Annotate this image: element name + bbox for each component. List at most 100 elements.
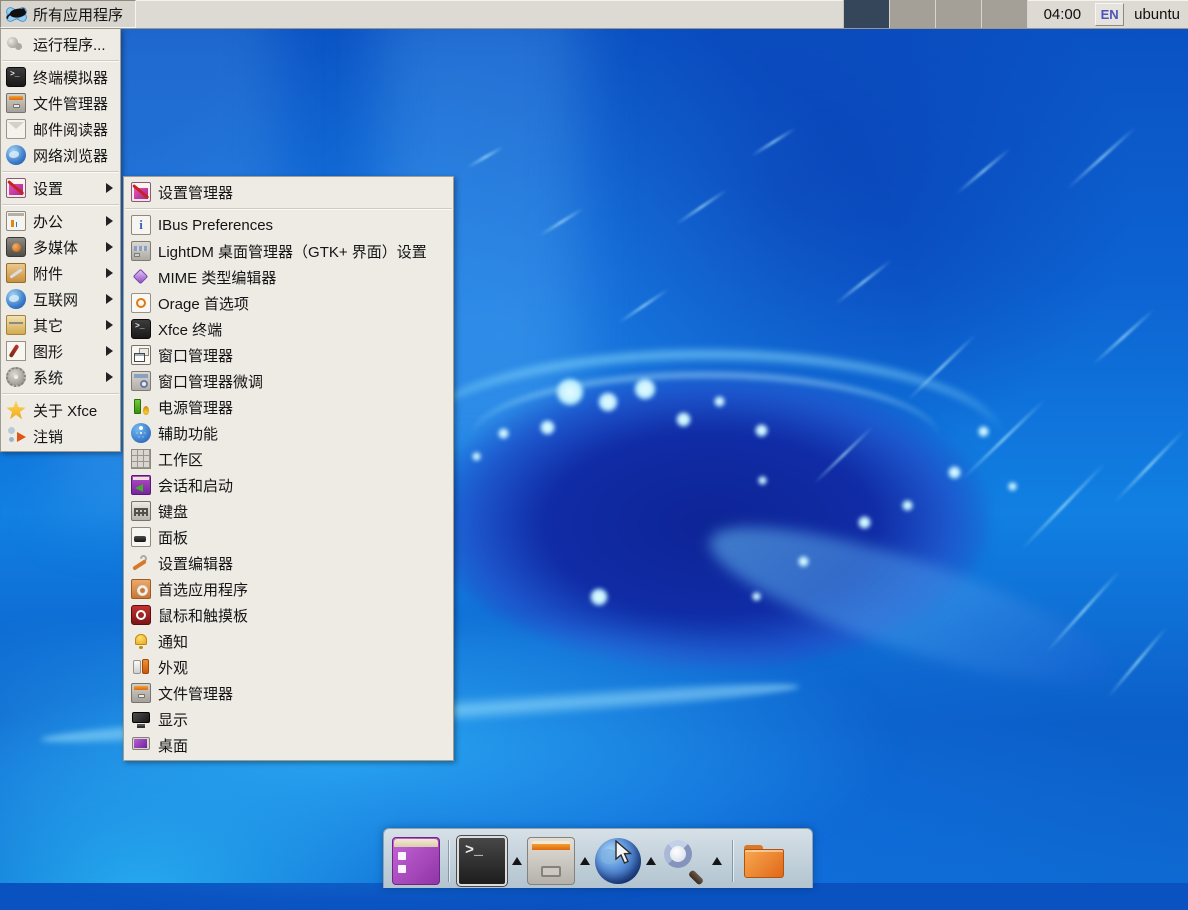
submenu-item-lightdm-settings[interactable]: LightDM 桌面管理器（GTK+ 界面）设置 (124, 238, 453, 264)
submenu-item-label: 窗口管理器 (158, 345, 233, 366)
appearance-icon (131, 657, 151, 677)
submenu-item-orage-preferences[interactable]: Orage 首选项 (124, 290, 453, 316)
clock[interactable]: 04:00 (1028, 6, 1096, 23)
workspaces-icon (131, 449, 151, 469)
menu-item-label: 附件 (33, 263, 63, 284)
submenu-item-notifications[interactable]: 通知 (124, 628, 453, 654)
submenu-item-preferred-applications[interactable]: 首选应用程序 (124, 576, 453, 602)
menu-item-label: 系统 (33, 367, 63, 388)
launcher-menu-arrow-icon[interactable] (712, 857, 722, 865)
submenu-item-ibus-preferences[interactable]: IBus Preferences (124, 212, 453, 238)
wallpaper-splash-rim (412, 350, 1002, 529)
power-manager-icon (131, 397, 151, 417)
menu-item-accessories-category[interactable]: 附件 (1, 260, 120, 286)
menu-item-label: 邮件阅读器 (33, 119, 108, 140)
workspace-cell-4[interactable] (982, 0, 1028, 28)
desktop-launcher-icon[interactable] (392, 837, 440, 885)
menu-item-mail-reader[interactable]: 邮件阅读器 (1, 116, 120, 142)
web-browser-launcher-icon[interactable] (595, 838, 641, 884)
workspace-cell-2[interactable] (890, 0, 936, 28)
mail-reader-icon (6, 119, 26, 139)
display-icon (131, 709, 151, 729)
settings-category-icon (6, 178, 26, 198)
menu-item-label: 网络浏览器 (33, 145, 108, 166)
menu-item-web-browser[interactable]: 网络浏览器 (1, 142, 120, 168)
xfce-logo-icon (5, 4, 28, 25)
menu-item-about-xfce[interactable]: 关于 Xfce (1, 397, 120, 423)
panel-icon (131, 527, 151, 547)
submenu-item-mime-editor[interactable]: MIME 类型编辑器 (124, 264, 453, 290)
menu-separator (2, 204, 119, 205)
workspace-cell-3[interactable] (936, 0, 982, 28)
applications-menu-label: 所有应用程序 (33, 4, 123, 25)
submenu-item-workspaces[interactable]: 工作区 (124, 446, 453, 472)
submenu-item-label: 鼠标和触摸板 (158, 605, 248, 626)
submenu-item-session-and-startup[interactable]: 会话和启动 (124, 472, 453, 498)
input-language-indicator[interactable]: EN (1095, 3, 1124, 26)
submenu-item-label: 辅助功能 (158, 423, 218, 444)
submenu-item-label: 工作区 (158, 449, 203, 470)
applications-menu-button[interactable]: 所有应用程序 (0, 0, 136, 28)
workspace-cell-1[interactable] (844, 0, 890, 28)
menu-separator (2, 60, 119, 61)
submenu-item-settings-editor[interactable]: 设置编辑器 (124, 550, 453, 576)
submenu-item-label: 窗口管理器微调 (158, 371, 263, 392)
menu-item-office-category[interactable]: 办公 (1, 208, 120, 234)
submenu-item-label: Orage 首选项 (158, 293, 249, 314)
menu-item-graphics-category[interactable]: 图形 (1, 338, 120, 364)
menu-item-run-program[interactable]: 运行程序... (1, 31, 120, 57)
menu-item-label: 设置 (33, 178, 63, 199)
application-finder-launcher-icon[interactable] (661, 838, 707, 884)
menu-item-settings-category[interactable]: 设置 (1, 175, 120, 201)
session-startup-icon (131, 475, 151, 495)
submenu-item-label: Xfce 终端 (158, 319, 222, 340)
preferred-applications-icon (131, 579, 151, 599)
submenu-item-power-manager[interactable]: 电源管理器 (124, 394, 453, 420)
launcher-menu-arrow-icon[interactable] (646, 857, 656, 865)
file-manager-launcher-icon[interactable] (527, 837, 575, 885)
terminal-launcher-icon[interactable] (457, 836, 507, 886)
menu-item-other-category[interactable]: 其它 (1, 312, 120, 338)
submenu-item-mouse-and-touchpad[interactable]: 鼠标和触摸板 (124, 602, 453, 628)
menu-item-label: 文件管理器 (33, 93, 108, 114)
submenu-item-accessibility[interactable]: 辅助功能 (124, 420, 453, 446)
submenu-item-settings-manager[interactable]: 设置管理器 (124, 179, 453, 205)
submenu-item-xfce-terminal[interactable]: Xfce 终端 (124, 316, 453, 342)
xfce-terminal-icon (131, 319, 151, 339)
menu-separator (125, 208, 452, 209)
window-manager-icon (131, 345, 151, 365)
submenu-item-window-manager[interactable]: 窗口管理器 (124, 342, 453, 368)
launcher-menu-arrow-icon[interactable] (512, 857, 522, 865)
submenu-item-appearance[interactable]: 外观 (124, 654, 453, 680)
logout-icon (6, 426, 26, 446)
settings-manager-icon (131, 182, 151, 202)
submenu-item-keyboard[interactable]: 键盘 (124, 498, 453, 524)
multimedia-category-icon (6, 237, 26, 257)
submenu-item-label: 面板 (158, 527, 188, 548)
keyboard-icon (131, 501, 151, 521)
accessories-category-icon (6, 263, 26, 283)
menu-separator (2, 393, 119, 394)
menu-item-logout[interactable]: 注销 (1, 423, 120, 449)
menu-item-internet-category[interactable]: 互联网 (1, 286, 120, 312)
window-manager-tweaks-icon (131, 371, 151, 391)
menu-item-terminal-emulator[interactable]: 终端模拟器 (1, 64, 120, 90)
submenu-item-label: 设置编辑器 (158, 553, 233, 574)
submenu-item-label: 文件管理器 (158, 683, 233, 704)
submenu-item-file-manager[interactable]: 文件管理器 (124, 680, 453, 706)
file-system-launcher-icon[interactable] (741, 838, 787, 884)
submenu-item-desktop[interactable]: 桌面 (124, 732, 453, 758)
submenu-item-panel[interactable]: 面板 (124, 524, 453, 550)
system-category-icon (6, 367, 26, 387)
menu-item-file-manager[interactable]: 文件管理器 (1, 90, 120, 116)
menu-item-label: 运行程序... (33, 34, 106, 55)
submenu-item-display[interactable]: 显示 (124, 706, 453, 732)
submenu-arrow-icon (106, 216, 113, 226)
submenu-item-window-manager-tweaks[interactable]: 窗口管理器微调 (124, 368, 453, 394)
launcher-menu-arrow-icon[interactable] (580, 857, 590, 865)
settings-editor-icon (131, 553, 151, 573)
menu-item-multimedia-category[interactable]: 多媒体 (1, 234, 120, 260)
panel-right-area: 04:00 EN ubuntu (843, 0, 1188, 28)
menu-item-system-category[interactable]: 系统 (1, 364, 120, 390)
applications-menu: 运行程序... 终端模拟器 文件管理器 邮件阅读器 网络浏览器 设置 办公 多媒… (0, 28, 121, 452)
